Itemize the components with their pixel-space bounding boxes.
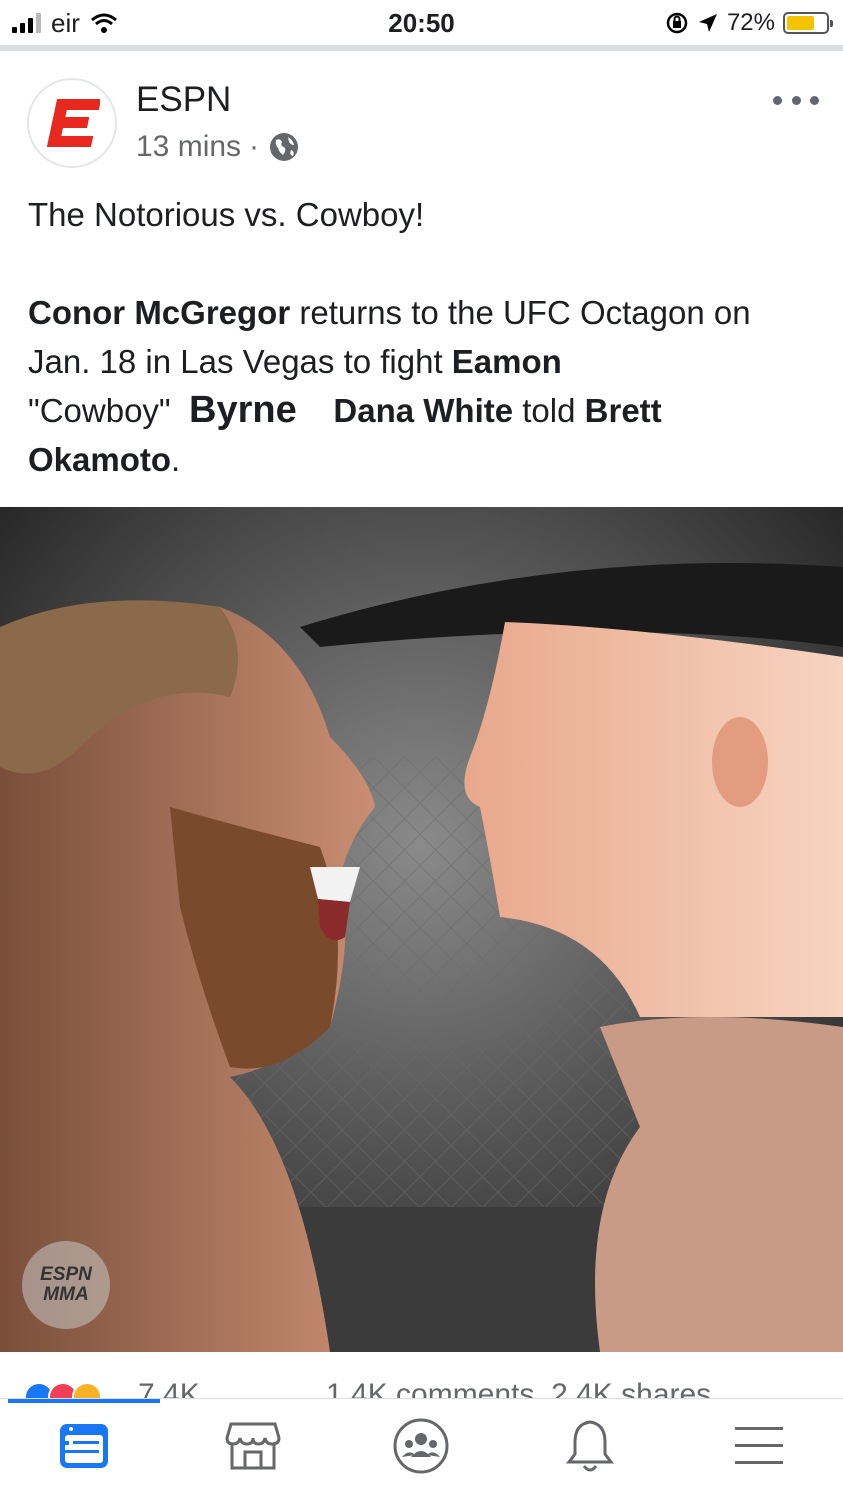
- globe-icon: [270, 133, 299, 161]
- battery-fill: [787, 16, 815, 30]
- page-name[interactable]: ESPN: [136, 80, 231, 120]
- espn-mma-badge: ESPN MMA: [22, 1241, 110, 1329]
- status-divider: [0, 45, 843, 51]
- post-text: The Notorious vs. Cowboy! Conor McGregor…: [28, 190, 818, 533]
- post-header: ESPN 13 mins ·: [0, 60, 843, 180]
- battery-icon: [783, 12, 833, 34]
- body-text-4: .: [171, 441, 181, 478]
- bottom-nav: [0, 1398, 843, 1499]
- orientation-lock-icon: [666, 12, 688, 34]
- reaction-count[interactable]: 7.4K: [138, 1378, 200, 1398]
- signal-strength-icon: [12, 13, 41, 33]
- mention-byrne[interactable]: Byrne: [189, 389, 297, 431]
- menu-icon: [734, 1427, 783, 1464]
- fighters-faceoff-image: [0, 507, 843, 1352]
- post-paragraph: Conor McGregor returns to the UFC Octago…: [28, 288, 818, 484]
- status-right: 72%: [665, 9, 833, 37]
- carrier-name: eir: [51, 7, 80, 38]
- nav-marketplace[interactable]: [213, 1406, 293, 1486]
- notifications-bell-icon: [566, 1420, 615, 1472]
- meta-separator: ·: [249, 130, 260, 163]
- mention-eamon[interactable]: Eamon: [452, 343, 562, 380]
- post-image[interactable]: ESPN MMA: [0, 507, 843, 1352]
- reaction-icons: [24, 1382, 102, 1398]
- status-left: eir: [12, 8, 118, 39]
- post-headline: The Notorious vs. Cowboy!: [28, 196, 425, 233]
- badge-line-2: MMA: [43, 1284, 89, 1305]
- haha-reaction-icon: [72, 1382, 102, 1398]
- body-text-3: told: [513, 392, 585, 429]
- post-meta: 13 mins ·: [136, 130, 301, 164]
- reactions-row[interactable]: 7.4K 1.4K comments 2.4K shares: [0, 1368, 843, 1398]
- espn-logo-icon: [46, 99, 100, 147]
- mention-dana-white[interactable]: Dana White: [333, 392, 513, 429]
- nav-news-feed[interactable]: [44, 1406, 124, 1486]
- body-text-2: "Cowboy": [28, 392, 171, 429]
- nav-menu[interactable]: [719, 1406, 799, 1486]
- status-bar: eir 20:50 72%: [0, 0, 843, 46]
- comments-shares-count[interactable]: 1.4K comments 2.4K shares: [326, 1378, 711, 1398]
- post-time[interactable]: 13 mins: [136, 130, 241, 164]
- location-arrow-icon: [698, 14, 717, 32]
- news-feed-icon: [60, 1424, 109, 1468]
- marketplace-icon: [225, 1422, 281, 1470]
- groups-icon: [393, 1418, 449, 1474]
- battery-percent: 72%: [726, 9, 775, 36]
- more-options-icon[interactable]: [773, 88, 819, 112]
- mention-conor-mcgregor[interactable]: Conor McGregor: [28, 294, 290, 331]
- nav-groups[interactable]: [381, 1406, 461, 1486]
- wifi-icon: [90, 13, 117, 33]
- badge-line-1: ESPN: [40, 1264, 92, 1285]
- nav-active-indicator: [8, 1399, 160, 1403]
- nav-notifications[interactable]: [550, 1406, 630, 1486]
- espn-avatar[interactable]: [27, 78, 117, 168]
